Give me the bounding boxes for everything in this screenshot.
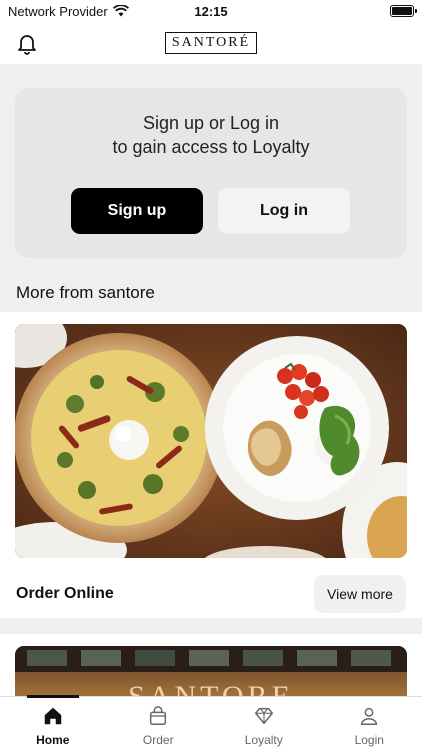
tab-bar: Home Order Loyalty Login	[0, 695, 422, 750]
log-in-button[interactable]: Log in	[218, 188, 350, 234]
tab-login[interactable]: Login	[317, 697, 422, 750]
carrier-label: Network Provider	[8, 3, 108, 19]
loyalty-title: Sign up or Log in to gain access to Loya…	[15, 111, 407, 159]
status-left: Network Provider	[8, 4, 129, 19]
promo-card-order-online: Order Online View more	[0, 312, 422, 618]
promo-image[interactable]	[15, 324, 407, 558]
bag-icon	[150, 706, 167, 725]
loyalty-title-line2: to gain access to Loyalty	[112, 137, 310, 157]
promo-title: Order Online	[16, 585, 114, 602]
main-content: Sign up or Log in to gain access to Loya…	[0, 64, 422, 696]
loyalty-buttons: Sign up Log in	[71, 188, 350, 234]
tab-indicator	[27, 695, 79, 698]
storefront-image[interactable]: SANTORE	[15, 646, 407, 696]
view-more-button[interactable]: View more	[314, 575, 406, 613]
wifi-icon	[112, 5, 129, 17]
sign-up-button[interactable]: Sign up	[71, 188, 203, 234]
user-icon	[361, 707, 378, 725]
tab-order-label: Order	[142, 733, 174, 747]
tab-login-label: Login	[354, 733, 384, 747]
app-header: SANTORÉ	[0, 22, 422, 64]
loyalty-title-line1: Sign up or Log in	[142, 113, 280, 133]
storefront-illustration: SANTORE	[15, 646, 407, 696]
bell-icon[interactable]	[15, 31, 39, 55]
storefront-sign: SANTORE	[128, 680, 294, 696]
loyalty-card: Sign up or Log in to gain access to Loya…	[15, 88, 407, 258]
battery-icon	[390, 5, 417, 17]
tab-loyalty-label: Loyalty	[244, 733, 283, 747]
home-icon	[44, 707, 61, 725]
section-title: More from santore	[16, 283, 155, 302]
tab-home[interactable]: Home	[0, 697, 106, 750]
status-bar: Network Provider 12:15	[0, 0, 422, 22]
promo-footer: Order Online View more	[16, 574, 406, 614]
brand-logo: SANTORÉ	[164, 32, 258, 54]
tab-home-label: Home	[36, 733, 70, 747]
tab-loyalty[interactable]: Loyalty	[211, 697, 317, 750]
promo-card-storefront: SANTORE	[0, 634, 422, 696]
diamond-icon	[254, 707, 273, 725]
pizza-and-burrata-illustration	[15, 324, 407, 558]
status-time: 12:15	[194, 3, 228, 19]
tab-order[interactable]: Order	[106, 697, 212, 750]
